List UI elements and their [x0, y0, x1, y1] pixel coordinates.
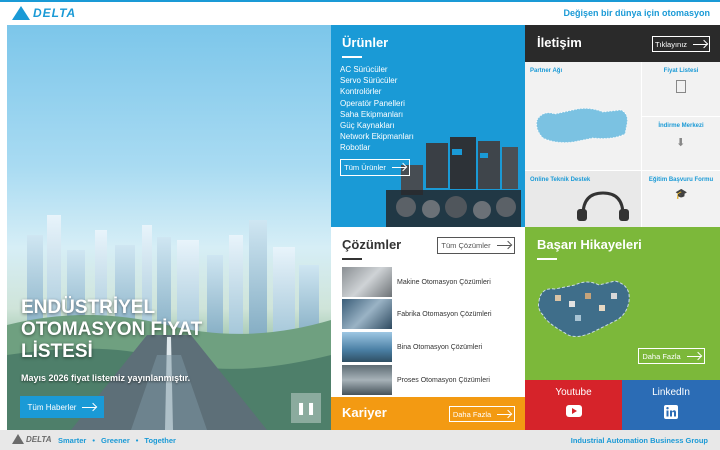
delta-logo[interactable]: DELTA	[12, 6, 76, 20]
contact-panel: İletişim Tıklayınız Partner Ağı Fiyat Li…	[525, 25, 720, 227]
arrow-right-icon	[686, 355, 701, 357]
arrow-right-icon	[391, 167, 406, 168]
solution-item[interactable]: Fabrika Otomasyon Çözümleri	[342, 299, 522, 329]
footer: DELTA Smarter • Greener • Together Indus…	[0, 430, 720, 450]
product-item[interactable]: AC Sürücüler	[340, 64, 414, 75]
contact-header: İletişim Tıklayınız	[525, 25, 720, 62]
all-products-label: Tüm Ürünler	[344, 163, 386, 172]
online-support-cell[interactable]: Online Teknik Destek	[525, 171, 641, 227]
product-item[interactable]: Operatör Panelleri	[340, 98, 414, 109]
turkey-map-icon	[536, 107, 628, 143]
logo-text: DELTA	[33, 6, 77, 20]
products-panel: Ürünler AC Sürücüler Servo Sürücüler Kon…	[331, 25, 525, 227]
partner-network-label: Partner Ağı	[530, 68, 563, 74]
delta-triangle-icon	[12, 6, 30, 20]
solution-item[interactable]: Proses Otomasyon Çözümleri	[342, 365, 522, 395]
price-list-label: Fiyat Listesi	[663, 68, 699, 74]
solution-label: Bina Otomasyon Çözümleri	[397, 343, 483, 351]
linkedin-icon	[664, 405, 678, 419]
download-center-cell[interactable]: İndirme Merkezi ⬇	[642, 117, 720, 170]
download-icon: ⬇	[676, 137, 686, 149]
product-item[interactable]: Güç Kaynakları	[340, 120, 414, 131]
success-more-button[interactable]: Daha Fazla	[638, 348, 705, 364]
solution-item[interactable]: Bina Otomasyon Çözümleri	[342, 332, 522, 362]
products-image	[386, 137, 521, 227]
arrow-right-icon	[693, 43, 708, 45]
tagline-item: Together	[144, 436, 176, 445]
products-title[interactable]: Ürünler	[342, 35, 388, 50]
solution-label: Makine Otomasyon Çözümleri	[397, 278, 491, 286]
headset-icon	[577, 191, 629, 221]
footer-tagline: Smarter • Greener • Together	[58, 436, 176, 445]
product-item[interactable]: Kontrolörler	[340, 86, 414, 97]
machine-automation-thumbnail	[342, 267, 392, 297]
contact-title: İletişim	[537, 35, 582, 50]
building-automation-thumbnail	[342, 332, 392, 362]
header-slogan: Değişen bir dünya için otomasyon	[563, 8, 710, 18]
price-list-cell[interactable]: Fiyat Listesi	[642, 62, 720, 116]
factory-automation-thumbnail	[342, 299, 392, 329]
hero-title: ENDÜSTRİYEL OTOMASYON FİYAT LİSTESİ	[21, 297, 203, 362]
solutions-panel: Çözümler Tüm Çözümler Makine Otomasyon Ç…	[331, 227, 525, 397]
arrow-right-icon	[496, 245, 511, 246]
all-news-button[interactable]: Tüm Haberler	[20, 396, 104, 418]
solution-item[interactable]: Makine Otomasyon Çözümleri	[342, 267, 522, 297]
linkedin-label: LinkedIn	[652, 387, 690, 398]
solution-label: Fabrika Otomasyon Çözümleri	[397, 310, 492, 318]
success-more-label: Daha Fazla	[642, 351, 681, 361]
partner-network-cell[interactable]: Partner Ağı	[525, 62, 641, 170]
product-item[interactable]: Saha Ekipmanları	[340, 109, 414, 120]
linkedin-link[interactable]: LinkedIn	[622, 380, 720, 430]
download-center-label: İndirme Merkezi	[658, 123, 704, 129]
all-news-label: Tüm Haberler	[27, 402, 77, 412]
career-more-label: Daha Fazla	[452, 409, 492, 419]
business-group-label: Industrial Automation Business Group	[570, 436, 708, 445]
pause-icon[interactable]: ❚❚	[291, 393, 321, 423]
arrow-right-icon	[82, 406, 97, 408]
hero-banner[interactable]: ENDÜSTRİYEL OTOMASYON FİYAT LİSTESİ Mayı…	[7, 25, 331, 430]
product-item[interactable]: Servo Sürücüler	[340, 75, 414, 86]
career-title[interactable]: Kariyer	[342, 405, 387, 420]
training-form-cell[interactable]: Eğitim Başvuru Formu 🎓	[642, 171, 720, 227]
title-underline	[342, 56, 362, 58]
youtube-link[interactable]: Youtube	[525, 380, 622, 430]
career-more-button[interactable]: Daha Fazla	[449, 406, 515, 422]
training-form-label: Eğitim Başvuru Formu	[648, 177, 714, 183]
online-support-label: Online Teknik Destek	[530, 177, 591, 183]
graduation-cap-icon: 🎓	[675, 189, 688, 200]
solution-label: Proses Otomasyon Çözümleri	[397, 376, 490, 384]
document-icon	[676, 80, 686, 93]
contact-click-label: Tıklayınız	[654, 39, 688, 49]
all-solutions-label: Tüm Çözümler	[441, 241, 491, 250]
top-bar: DELTA Değişen bir dünya için otomasyon	[0, 0, 720, 24]
title-underline	[537, 258, 557, 260]
separator-dot: •	[135, 436, 139, 445]
youtube-label: Youtube	[555, 387, 592, 398]
success-stories-panel: Başarı Hikayeleri Daha Fazla	[525, 227, 720, 380]
career-panel: Kariyer Daha Fazla	[331, 397, 525, 430]
delta-triangle-icon	[12, 434, 24, 444]
contact-click-button[interactable]: Tıklayınız	[652, 36, 710, 52]
photo-mosaic-map-image	[538, 280, 630, 337]
separator-dot: •	[92, 436, 95, 445]
city-skyline-illustration	[7, 215, 331, 430]
solutions-title[interactable]: Çözümler	[342, 237, 401, 252]
title-underline	[342, 258, 362, 260]
footer-logo-text: DELTA	[26, 434, 52, 444]
tagline-item: Greener	[101, 436, 130, 445]
process-automation-thumbnail	[342, 365, 392, 395]
arrow-right-icon	[497, 413, 512, 415]
success-stories-title[interactable]: Başarı Hikayeleri	[537, 237, 642, 252]
youtube-icon	[565, 405, 582, 417]
hero-subtitle: Mayıs 2026 fiyat listemiz yayınlanmıştır…	[21, 373, 191, 383]
footer-logo[interactable]: DELTA	[12, 434, 51, 444]
all-solutions-button[interactable]: Tüm Çözümler	[437, 237, 515, 254]
tagline-item: Smarter	[58, 436, 87, 445]
all-products-button[interactable]: Tüm Ürünler	[340, 159, 410, 176]
